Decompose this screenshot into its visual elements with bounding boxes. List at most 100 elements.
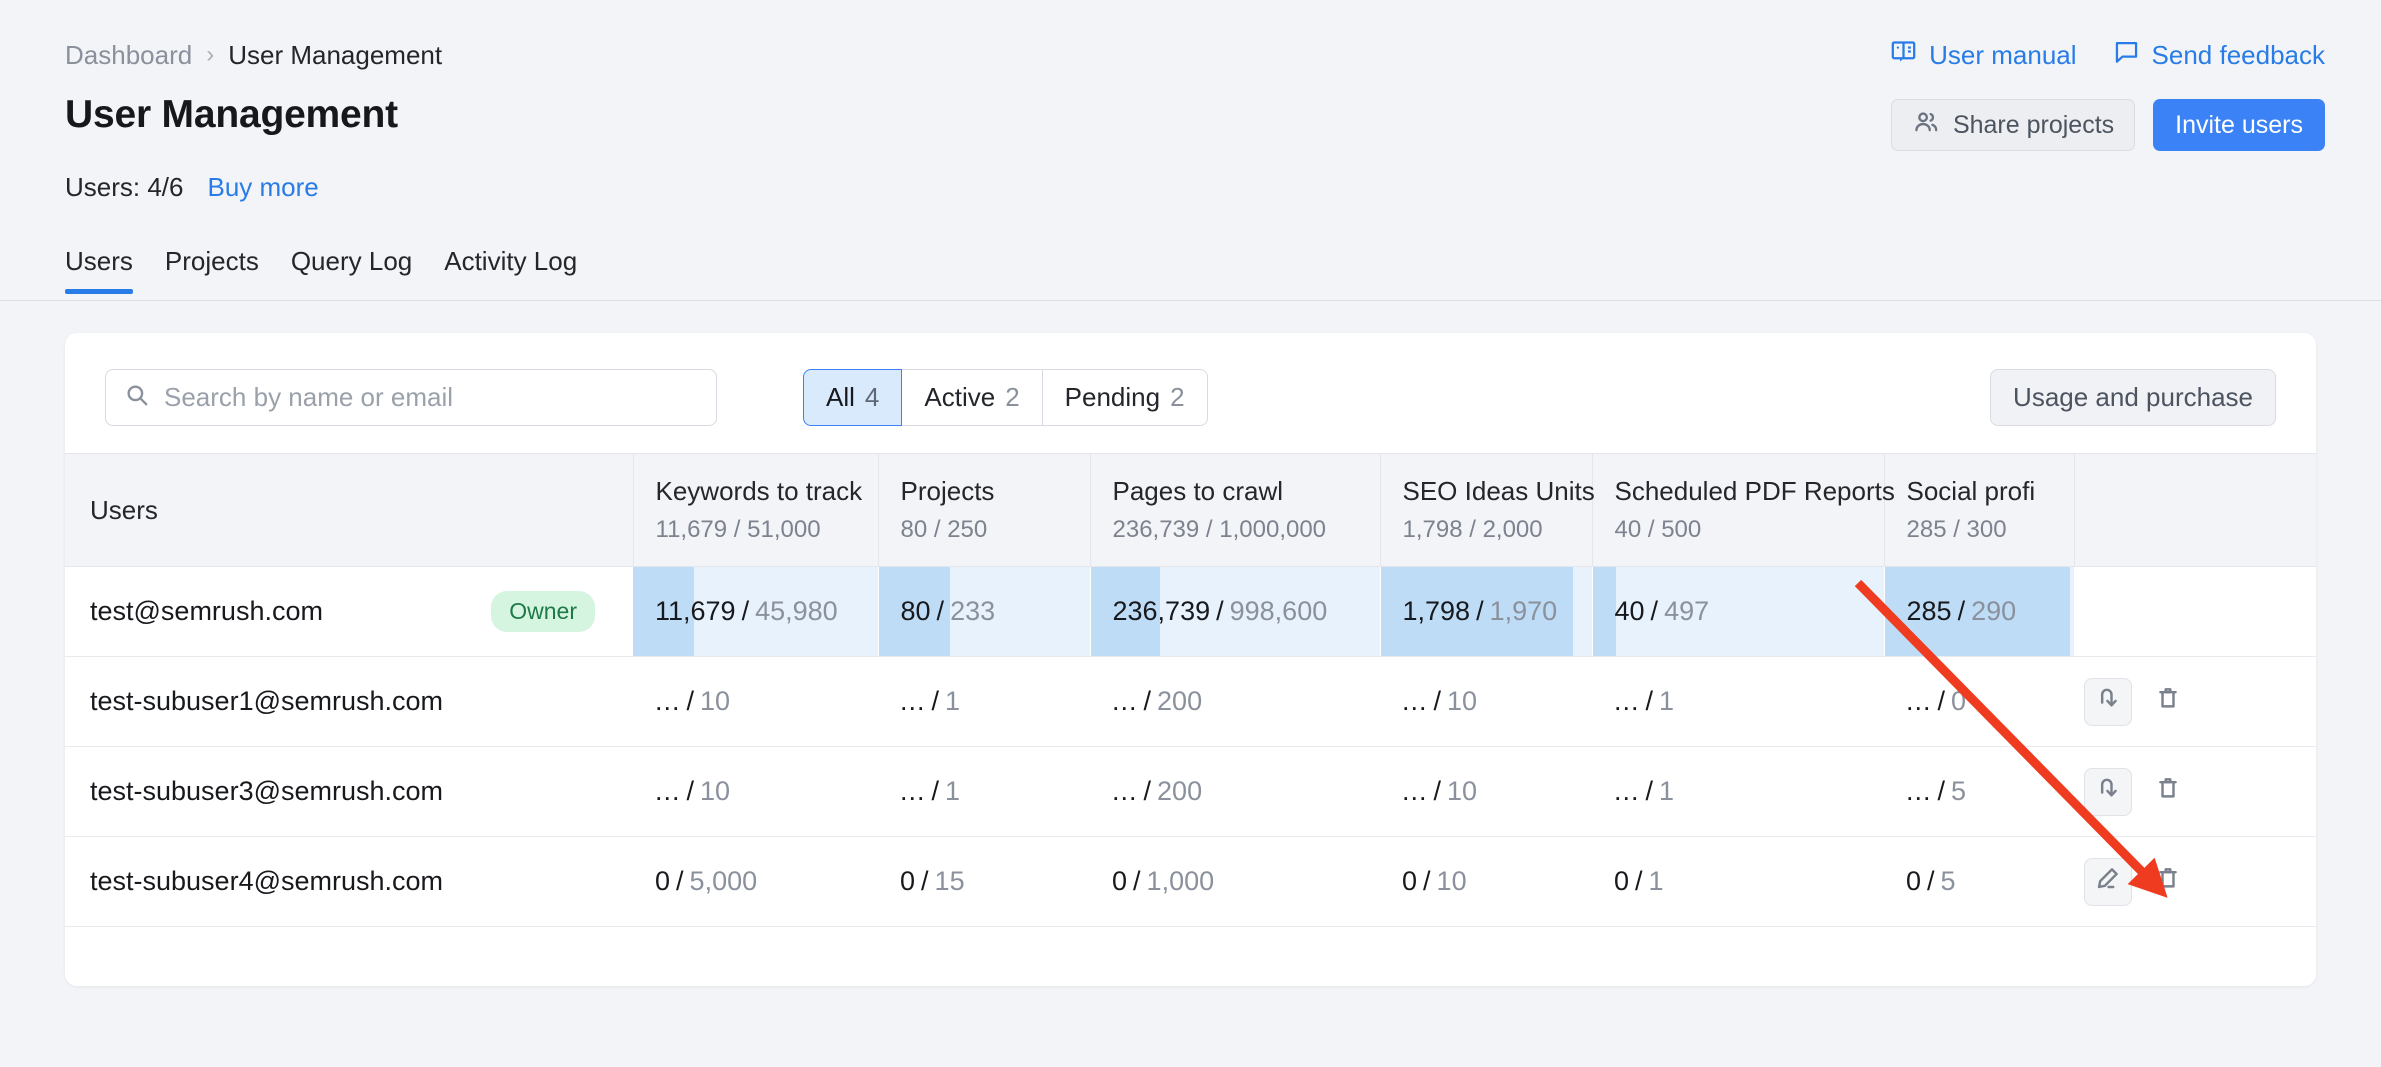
invite-users-button[interactable]: Invite users — [2153, 99, 2325, 151]
filter-pending-count: 2 — [1170, 382, 1184, 413]
trash-icon — [2154, 774, 2182, 809]
edit-icon — [2094, 864, 2122, 899]
people-icon — [1912, 108, 1940, 143]
metric-cell: 1,798/1,970 — [1380, 567, 1592, 657]
tab-activity-log[interactable]: Activity Log — [444, 246, 577, 293]
column-header-pdf-reports-sub: 40 / 500 — [1615, 516, 1862, 544]
metric-cell: 0/10 — [1380, 837, 1592, 927]
row-actions-cell — [2074, 837, 2316, 927]
metric-total: 1 — [1659, 686, 1674, 716]
metric-total: 5 — [1951, 776, 1966, 806]
user-manual-link[interactable]: User manual — [1890, 38, 2076, 72]
metric-total: 1,970 — [1490, 596, 1558, 627]
tab-users-label: Users — [65, 246, 133, 276]
metric-total: 1 — [1649, 866, 1664, 896]
metric-cell: .../1 — [1592, 657, 1884, 747]
invite-users-label: Invite users — [2175, 111, 2303, 140]
column-header-keywords-sub: 11,679 / 51,000 — [656, 516, 856, 544]
user-email-cell: test-subuser1@semrush.com — [65, 657, 633, 747]
metric-separator: / — [1434, 686, 1442, 716]
metric-separator: / — [1958, 596, 1966, 627]
metric-used: ... — [1906, 776, 1932, 806]
column-header-users-label: Users — [90, 495, 611, 526]
resend-icon — [2094, 684, 2122, 719]
column-header-seo-ideas-label: SEO Ideas Units — [1403, 476, 1570, 507]
metric-separator: / — [1476, 596, 1484, 627]
edit-user-button[interactable] — [2084, 858, 2132, 906]
send-feedback-link[interactable]: Send feedback — [2113, 38, 2325, 72]
metric-total: 45,980 — [755, 596, 838, 627]
buy-more-link[interactable]: Buy more — [208, 172, 319, 203]
status-filter-group: All 4 Active 2 Pending 2 — [803, 369, 1208, 426]
trash-icon — [2154, 864, 2182, 899]
resend-icon — [2094, 774, 2122, 809]
user-email: test-subuser1@semrush.com — [90, 686, 443, 717]
metric-separator: / — [1646, 686, 1654, 716]
metric-cell: .../200 — [1090, 747, 1380, 837]
tab-users[interactable]: Users — [65, 246, 133, 293]
users-count-label: Users: 4/6 — [65, 172, 184, 203]
metric-total: 10 — [1437, 866, 1467, 896]
metric-used: 40 — [1615, 596, 1645, 627]
column-header-pdf-reports: Scheduled PDF Reports 40 / 500 — [1592, 454, 1884, 567]
metric-total: 497 — [1664, 596, 1709, 627]
metric-separator: / — [1938, 686, 1946, 716]
metric-cell: .../10 — [633, 657, 878, 747]
section-tabs: Users Projects Query Log Activity Log — [65, 246, 577, 293]
search-input[interactable] — [164, 382, 698, 413]
user-email-inner: test-subuser1@semrush.com — [90, 686, 611, 717]
usage-and-purchase-label: Usage and purchase — [2013, 382, 2253, 413]
metric-separator: / — [742, 596, 750, 627]
metric-cell: .../10 — [1380, 747, 1592, 837]
share-projects-label: Share projects — [1953, 111, 2114, 140]
delete-user-button[interactable] — [2146, 768, 2190, 816]
search-box[interactable] — [105, 369, 717, 426]
metric-cell: 236,739/998,600 — [1090, 567, 1380, 657]
resend-invite-button[interactable] — [2084, 678, 2132, 726]
user-email: test-subuser4@semrush.com — [90, 866, 443, 897]
user-email-cell: test-subuser3@semrush.com — [65, 747, 633, 837]
delete-user-button[interactable] — [2146, 858, 2190, 906]
metric-value: 1,798/1,970 — [1381, 567, 1592, 656]
send-feedback-label: Send feedback — [2152, 40, 2325, 71]
owner-badge: Owner — [491, 591, 595, 632]
share-projects-button[interactable]: Share projects — [1891, 99, 2135, 151]
usage-and-purchase-button[interactable]: Usage and purchase — [1990, 369, 2276, 426]
metric-cell: .../10 — [1380, 657, 1592, 747]
metric-used: ... — [900, 686, 926, 716]
metric-used: 0 — [655, 866, 670, 896]
metric-separator: / — [1133, 866, 1141, 896]
metric-value: 80/233 — [879, 567, 1090, 656]
metric-used: 1,798 — [1403, 596, 1471, 627]
resend-invite-button[interactable] — [2084, 768, 2132, 816]
filter-all[interactable]: All 4 — [803, 369, 902, 426]
row-actions-cell — [2074, 657, 2316, 747]
tab-projects[interactable]: Projects — [165, 246, 259, 293]
metric-used: ... — [1906, 686, 1932, 716]
filter-pending[interactable]: Pending 2 — [1043, 369, 1208, 426]
breadcrumb-dashboard[interactable]: Dashboard — [65, 40, 192, 71]
metric-used: ... — [1112, 776, 1138, 806]
row-actions-cell — [2074, 747, 2316, 837]
metric-cell: 285/290 — [1884, 567, 2074, 657]
column-header-projects-label: Projects — [901, 476, 1068, 507]
table-footer-spacer — [65, 939, 2316, 986]
table-row: test@semrush.comOwner11,679/45,98080/233… — [65, 567, 2316, 657]
tab-query-log[interactable]: Query Log — [291, 246, 412, 293]
breadcrumb-current: User Management — [228, 40, 442, 71]
delete-user-button[interactable] — [2146, 678, 2190, 726]
metric-separator: / — [921, 866, 929, 896]
users-table-header-row: Users Keywords to track 11,679 / 51,000 … — [65, 454, 2316, 567]
metric-cell: 0/1 — [1592, 837, 1884, 927]
user-manual-label: User manual — [1929, 40, 2076, 71]
metric-used: ... — [1112, 686, 1138, 716]
metric-total: 200 — [1157, 776, 1202, 806]
metric-cell: .../10 — [633, 747, 878, 837]
metric-cell: 0/15 — [878, 837, 1090, 927]
user-email: test-subuser3@semrush.com — [90, 776, 443, 807]
metric-total: 200 — [1157, 686, 1202, 716]
users-card: All 4 Active 2 Pending 2 Usage and purch… — [65, 333, 2316, 986]
filter-active[interactable]: Active 2 — [902, 369, 1042, 426]
table-row: test-subuser4@semrush.com0/5,0000/150/1,… — [65, 837, 2316, 927]
table-row: test-subuser1@semrush.com.../10.../1.../… — [65, 657, 2316, 747]
